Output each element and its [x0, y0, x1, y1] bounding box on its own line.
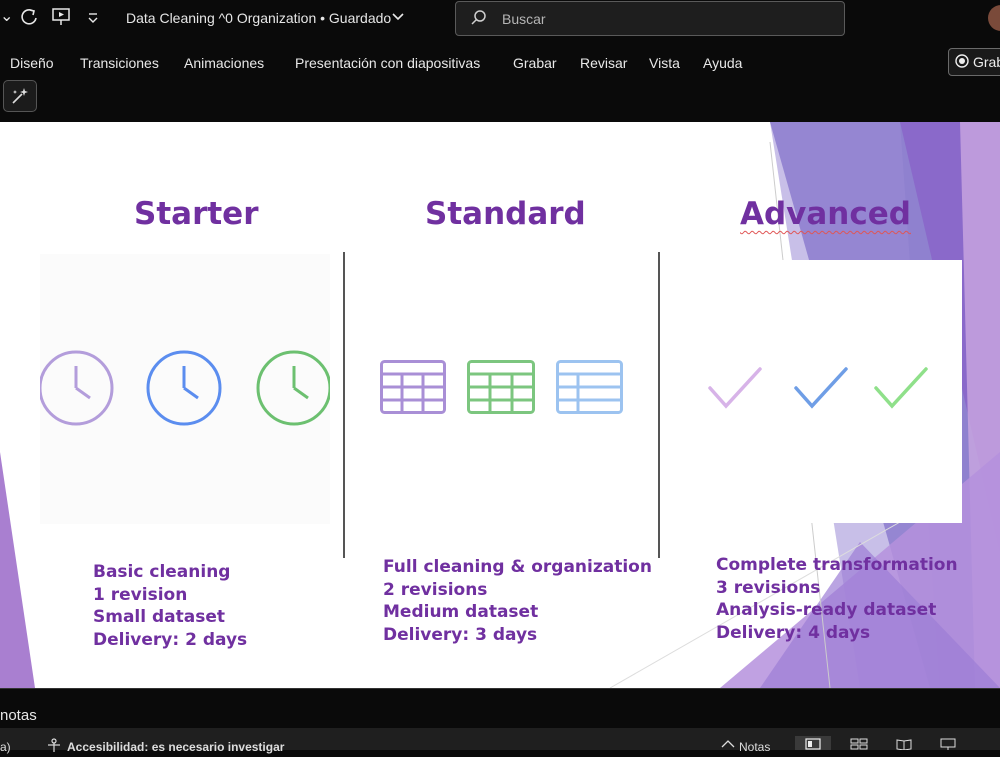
status-language[interactable]: a): [0, 740, 11, 754]
record-button[interactable]: Grab: [948, 48, 1000, 76]
plan-feature: Small dataset: [93, 607, 226, 628]
plan-title-advanced[interactable]: Advanced: [740, 196, 911, 232]
magic-wand-icon: [10, 86, 30, 106]
chevron-down-icon[interactable]: [391, 10, 405, 24]
notes-pane[interactable]: notas: [0, 688, 1000, 729]
customize-toolbar-icon[interactable]: [85, 8, 101, 26]
normal-view-icon: [805, 738, 821, 750]
tab-grabar[interactable]: Grabar: [513, 55, 557, 71]
chevron-down-icon[interactable]: ⌄: [0, 6, 13, 26]
plan-title-starter[interactable]: Starter: [134, 196, 258, 232]
checkmark-icon: [708, 367, 762, 409]
plan-feature: 2 revisions: [383, 579, 488, 600]
tab-vista[interactable]: Vista: [649, 55, 680, 71]
clock-icon-group: [40, 348, 330, 428]
tab-animaciones[interactable]: Animaciones: [184, 55, 264, 71]
tab-presentacion[interactable]: Presentación con diapositivas: [295, 55, 480, 71]
tab-revisar[interactable]: Revisar: [580, 55, 627, 71]
plan-details-advanced[interactable]: Complete transformation 3 revisions Anal…: [716, 554, 958, 644]
plan-details-starter[interactable]: Basic cleaning 1 revision Small dataset …: [93, 561, 247, 651]
normal-view-button[interactable]: [795, 736, 831, 750]
clock-icon: [146, 350, 222, 426]
slide-canvas[interactable]: Starter Standard Advanced Basic cleaning…: [0, 122, 1000, 688]
plan-feature: 3 revisions: [716, 577, 821, 598]
notes-toggle-icon: [720, 737, 736, 749]
checkmark-icon: [874, 367, 928, 409]
search-box[interactable]: Buscar: [455, 1, 845, 36]
title-bar: ⌄ Data Cleaning ^0 Organization • Guarda…: [0, 0, 1000, 38]
avatar[interactable]: [988, 5, 1000, 31]
search-icon: [470, 9, 488, 27]
toolbar: [0, 84, 1000, 122]
plan-feature: 1 revision: [93, 584, 188, 605]
slideshow-view-icon[interactable]: [940, 738, 956, 750]
clock-icon: [40, 350, 114, 426]
plan-title-standard[interactable]: Standard: [425, 196, 586, 232]
search-placeholder: Buscar: [502, 11, 546, 27]
plan-feature: Delivery: 3 days: [383, 624, 538, 645]
clock-icon: [256, 350, 330, 426]
plan-feature: Medium dataset: [383, 602, 539, 623]
status-bar: a) Accesibilidad: es necesario investiga…: [0, 728, 1000, 754]
table-icon: [467, 360, 535, 414]
notes-label: notas: [0, 707, 37, 724]
plan-feature: Complete transformation: [716, 555, 958, 575]
slide-sorter-icon[interactable]: [850, 738, 868, 750]
column-divider: [343, 252, 345, 558]
plan-feature: Delivery: 2 days: [93, 629, 248, 650]
record-label: Grab: [973, 54, 1000, 70]
plan-feature: Full cleaning & organization: [383, 557, 652, 577]
table-icon: [556, 360, 623, 414]
column-divider: [658, 252, 660, 558]
redo-icon[interactable]: [18, 6, 40, 28]
table-icon: [380, 360, 446, 414]
plan-feature: Basic cleaning: [93, 562, 231, 582]
tab-ayuda[interactable]: Ayuda: [703, 55, 742, 71]
record-icon: [955, 54, 969, 68]
document-title[interactable]: Data Cleaning ^0 Organization • Guardado: [126, 10, 391, 26]
plan-feature: Analysis-ready dataset: [716, 600, 937, 621]
notes-button[interactable]: Notas: [739, 740, 770, 754]
accessibility-status[interactable]: Accesibilidad: es necesario investigar: [67, 740, 284, 754]
reading-view-icon[interactable]: [896, 738, 912, 750]
plan-details-standard[interactable]: Full cleaning & organization 2 revisions…: [383, 556, 652, 646]
designer-button[interactable]: [3, 80, 37, 112]
checkmark-icon: [794, 367, 848, 409]
tab-diseno[interactable]: Diseño: [10, 55, 54, 71]
present-from-start-icon[interactable]: [50, 6, 72, 28]
tab-transiciones[interactable]: Transiciones: [80, 55, 159, 71]
plan-feature: Delivery: 4 days: [716, 622, 871, 643]
